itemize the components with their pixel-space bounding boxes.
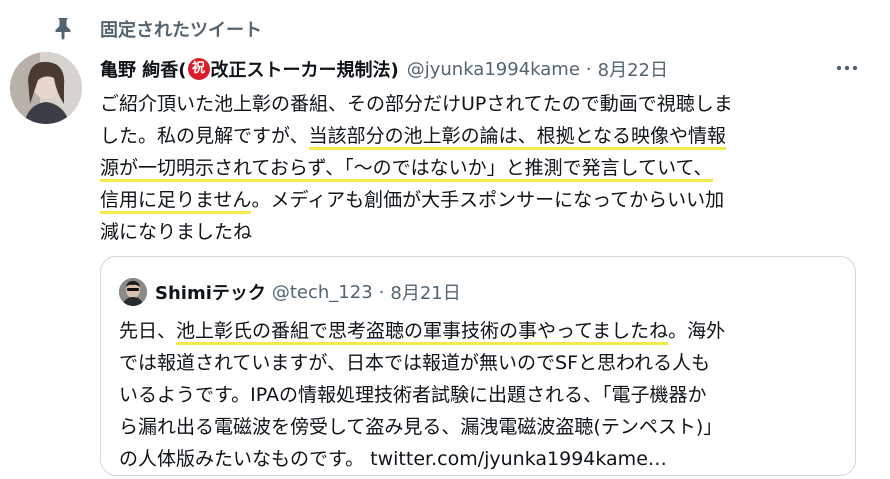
quoted-tweet-text: 先日、池上彰氏の番組で思考盗聴の軍事技術の事やってましたね。海外 では報道されて…	[119, 315, 839, 475]
quoted-post-date: 8月21日	[390, 283, 461, 304]
quote-text-segment: 。海外	[668, 320, 726, 342]
author-avatar[interactable]	[10, 52, 82, 124]
quote-line: 先日、池上彰氏の番組で思考盗聴の軍事技術の事やってましたね。海外	[119, 315, 839, 347]
author-name-prefix: 亀野 絢香(	[100, 60, 187, 81]
quoted-tweet-card[interactable]: Shimiテック @tech_123 · 8月21日 先日、池上彰氏の番組で思考…	[100, 256, 856, 476]
separator-dot: ·	[585, 58, 592, 80]
quote-text-segment: 先日、	[119, 320, 177, 342]
quoted-author-handle: @tech_123	[271, 281, 373, 303]
quoted-author-avatar	[119, 278, 147, 306]
more-icon	[836, 65, 858, 71]
tweet-text-segment: 。メディアも創価が大手スポンサーになってからいい加	[251, 189, 725, 211]
highlighted-text: 信用に足りません	[100, 189, 252, 214]
highlighted-text: 池上彰氏の番組で思考盗聴の軍事技術の事やってましたね	[176, 320, 669, 345]
quote-line: いるようです。IPAの情報処理技術者試験に出題される、「電子機器か	[119, 384, 707, 406]
separator-dot: ·	[378, 281, 385, 303]
more-options-button[interactable]	[834, 58, 860, 78]
tweet-text-segment: した。私の見解ですが、	[100, 125, 309, 147]
author-avatar-image	[10, 52, 82, 124]
post-date[interactable]: 8月22日	[598, 56, 668, 82]
tweet-line: 減になりましたね	[100, 221, 253, 243]
author-name-suffix: 改正ストーカー規制法)	[210, 60, 399, 81]
quoted-author-name: Shimiテック	[155, 283, 266, 304]
tweet-line: した。私の見解ですが、当該部分の池上彰の論は、根拠となる映像や情報	[100, 120, 860, 152]
pin-icon	[55, 18, 71, 40]
author-name[interactable]: 亀野 絢香( 祝 改正ストーカー規制法)	[100, 56, 399, 82]
quote-line: ら漏れ出る電磁波を傍受して盗み見る、漏洩電磁波盗聴(テンペスト)」	[119, 416, 723, 438]
author-handle[interactable]: @jyunka1994kame	[407, 59, 580, 80]
quoted-tweet-header: Shimiテック @tech_123 · 8月21日	[119, 277, 461, 307]
quoted-link[interactable]: twitter.com/jyunka1994kame…	[370, 448, 667, 470]
highlighted-text: 当該部分の池上彰の論は、根拠となる映像や情報	[308, 125, 727, 150]
congrats-badge: 祝	[187, 58, 210, 80]
tweet-line: ご紹介頂いた池上彰の番組、その部分だけUPされてたので動画で視聴しま	[100, 93, 733, 115]
quote-line: の人体版みたいなものです。 twitter.com/jyunka1994kame…	[119, 443, 839, 475]
quote-line: では報道されていますが、日本では報道が無いのでSFと思われる人も	[119, 352, 711, 374]
pinned-label: 固定されたツイート	[100, 20, 262, 41]
quoted-author-avatar-image	[119, 278, 147, 306]
highlighted-text: 源が一切明示されておらず、「～のではないか」と推測で発言していて、	[100, 157, 713, 182]
tweet-header: 亀野 絢香( 祝 改正ストーカー規制法) @jyunka1994kame · 8…	[100, 54, 668, 84]
tweet-line: 源が一切明示されておらず、「～のではないか」と推測で発言していて、	[100, 152, 860, 184]
quote-text-segment: の人体版みたいなものです。	[119, 448, 365, 470]
tweet-line: 信用に足りません。メディアも創価が大手スポンサーになってからいい加	[100, 184, 860, 216]
tweet-text: ご紹介頂いた池上彰の番組、その部分だけUPされてたので動画で視聴しま した。私の…	[100, 88, 860, 248]
